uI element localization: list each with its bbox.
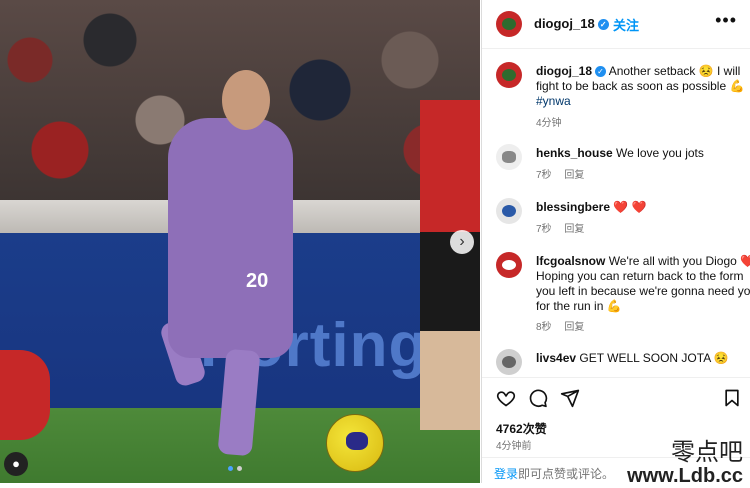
comment-username[interactable]: blessingbere [536,200,610,214]
like-heart-icon[interactable] [496,388,516,408]
verified-badge-icon: ✓ [595,66,607,78]
comment-body: lfcgoalsnow We're all with you Diogo ❤️ … [536,254,750,314]
carousel-dots [228,466,242,471]
author-avatar-small[interactable] [496,62,522,88]
commenter-avatar[interactable] [496,349,522,375]
watermark-line2: www.Ldb.cc [627,465,743,487]
commenter-avatar[interactable] [496,252,522,278]
post-header: diogoj_18 ✓ 关注 ••• [482,0,750,49]
caption-body: diogoj_18 ✓ Another setback 😣 I will figh… [536,64,750,109]
reply-button[interactable]: 回复 [564,322,584,333]
carousel-dot [237,466,242,471]
comment-meta: 7秒 回复 [536,220,594,235]
player-head [222,70,270,130]
post-time: 4分钟前 [496,441,532,452]
caption-username[interactable]: diogoj_18 [536,64,592,78]
login-rest-text: 即可点赞或评论。 [518,467,615,481]
comment-meta: 7秒 回复 [536,166,594,181]
comment-text: ❤️ ❤️ [613,200,647,214]
login-prompt-text: 登录即可点赞或评论。 [494,465,614,482]
post-actions [482,377,750,418]
player-number: 20 [246,270,269,292]
author-avatar[interactable] [496,11,522,37]
login-link[interactable]: 登录 [494,467,518,481]
site-watermark: 零点吧 www.Ldb.cc [627,432,743,488]
author-username-text[interactable]: diogoj_18 [534,16,595,31]
commenter-avatar[interactable] [496,144,522,170]
opponent-player-left [0,350,50,440]
comment-time: 7秒 [536,170,552,181]
instagram-post-viewer: Hortings 20 › ● diogoj_18 ✓ 关注 ••• diogo… [0,0,750,487]
comment-bubble-icon[interactable] [528,388,548,408]
post-photo[interactable]: Hortings 20 › ● [0,0,480,483]
carousel-dot-active [228,466,233,471]
like-count[interactable]: 4762次赞 [496,420,547,437]
comment-text: We love you jots [616,146,704,160]
share-send-icon[interactable] [560,388,580,408]
reply-button[interactable]: 回复 [564,224,584,235]
player-kit [168,118,293,358]
comment-body: livs4ev GET WELL SOON JOTA 😣 [536,351,750,366]
football-pattern [346,432,368,450]
comment-text: GET WELL SOON JOTA 😣 [579,351,729,365]
reply-button[interactable]: 回复 [564,170,584,181]
user-tag-icon[interactable]: ● [4,452,28,476]
comment-meta: 8秒 回复 [536,318,594,333]
post-sidebar: diogoj_18 ✓ 关注 ••• diogoj_18 ✓ Another set… [481,0,750,487]
comment-time: 7秒 [536,224,552,235]
comment-username[interactable]: lfcgoalsnow [536,254,605,268]
comments-list[interactable]: diogoj_18 ✓ Another setback 😣 I will figh… [482,60,750,376]
comment-body: henks_house We love you jots [536,146,750,161]
follow-button[interactable]: 关注 [613,15,639,34]
commenter-avatar[interactable] [496,198,522,224]
author-username[interactable]: diogoj_18 ✓ [534,16,609,31]
comment-username[interactable]: livs4ev [536,351,576,365]
caption-meta: 4分钟 [536,114,572,129]
bookmark-save-icon[interactable] [722,388,742,408]
watermark-line1: 零点吧 [671,438,743,466]
next-photo-button[interactable]: › [450,230,474,254]
comment-time: 8秒 [536,322,552,333]
more-options-icon[interactable]: ••• [715,10,737,31]
comment-username[interactable]: henks_house [536,146,613,160]
verified-badge-icon: ✓ [597,19,609,31]
caption-time: 4分钟 [536,118,562,129]
opponent-player [420,100,480,430]
caption-hashtag[interactable]: #ynwa [536,94,571,108]
comment-body: blessingbere ❤️ ❤️ [536,200,750,215]
